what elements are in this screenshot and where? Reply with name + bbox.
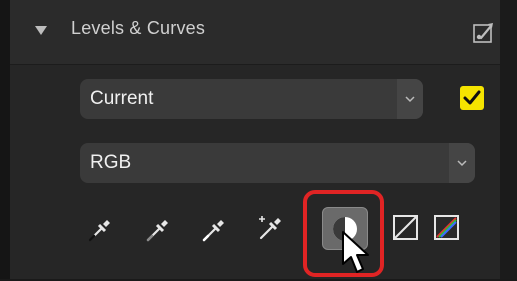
- channel-colors-icon[interactable]: [433, 214, 461, 242]
- black-point-eyedropper-icon[interactable]: [86, 216, 114, 244]
- channel-select-value: RGB: [90, 152, 132, 173]
- mouse-cursor-icon: [340, 230, 372, 276]
- auto-adjust-brush-icon[interactable]: [473, 22, 495, 44]
- panel-scrollbar-track[interactable]: [500, 0, 517, 279]
- panel-title: Levels & Curves: [71, 18, 206, 38]
- levels-curves-panel: Levels & Curves Current RGB: [0, 0, 517, 279]
- reset-curve-icon[interactable]: [392, 214, 420, 242]
- triangle-down-icon[interactable]: [35, 26, 47, 35]
- chevron-down-icon[interactable]: [449, 143, 475, 183]
- preset-select[interactable]: Current: [80, 79, 423, 119]
- neutral-point-eyedropper-icon[interactable]: [256, 212, 284, 240]
- checkmark-icon: [463, 90, 481, 105]
- preset-select-value: Current: [90, 88, 154, 109]
- preset-enabled-checkbox[interactable]: [460, 86, 484, 110]
- white-point-eyedropper-icon[interactable]: [200, 216, 228, 244]
- panel-left-edge: [0, 0, 10, 279]
- gray-point-eyedropper-icon[interactable]: [144, 216, 172, 244]
- panel-header[interactable]: Levels & Curves: [10, 0, 500, 65]
- channel-select[interactable]: RGB: [80, 143, 475, 183]
- chevron-down-icon[interactable]: [397, 79, 423, 119]
